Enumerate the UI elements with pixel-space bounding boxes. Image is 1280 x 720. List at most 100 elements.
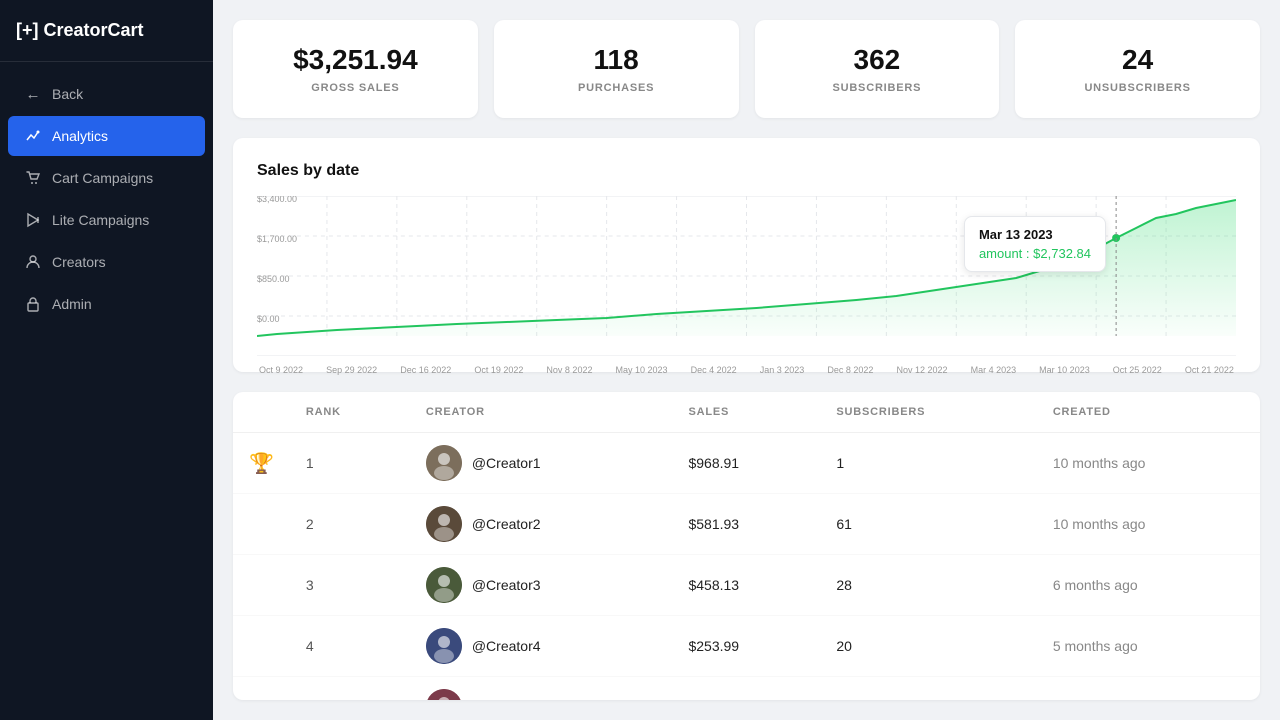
created-cell: 6 months ago — [1037, 555, 1260, 616]
subscribers-label: SUBSCRIBERS — [775, 82, 980, 94]
subscribers-cell: 20 — [820, 616, 1036, 677]
x-label-4: Nov 8 2022 — [546, 365, 592, 375]
creators-icon — [24, 253, 42, 271]
x-label-1: Sep 29 2022 — [326, 365, 377, 375]
chart-card: Sales by date — [233, 138, 1260, 372]
chart-tooltip: Mar 13 2023 amount : $2,732.84 — [964, 216, 1106, 272]
creator-cell: @Creator1 — [410, 433, 673, 494]
created-cell: 5 months ago — [1037, 677, 1260, 701]
creator-cell: @Creator4 — [410, 616, 673, 677]
purchases-label: PURCHASES — [514, 82, 719, 94]
gross-sales-label: GROSS SALES — [253, 82, 458, 94]
y-label-0: $0.00 — [257, 314, 279, 324]
col-subscribers: SUBSCRIBERS — [820, 392, 1036, 433]
sidebar: [+] CreatorCart ← Back Analytics Cart Ca… — [0, 0, 213, 720]
avatar — [426, 628, 462, 664]
y-label-1700: $1,700.00 — [257, 234, 297, 244]
y-label-850: $850.00 — [257, 274, 289, 284]
creator-cell: @Creator2 — [410, 494, 673, 555]
table-row: 5@Creator5$237.9365 months ago — [233, 677, 1260, 701]
created-cell: 10 months ago — [1037, 433, 1260, 494]
creator-name: @Creator3 — [472, 577, 541, 593]
stat-subscribers: 362 SUBSCRIBERS — [755, 20, 1000, 118]
sidebar-nav: ← Back Analytics Cart Campaigns Lite Cam… — [0, 62, 213, 336]
x-label-9: Nov 12 2022 — [896, 365, 947, 375]
stats-row: $3,251.94 GROSS SALES 118 PURCHASES 362 … — [233, 20, 1260, 118]
col-trophy — [233, 392, 290, 433]
cart-campaigns-icon — [24, 169, 42, 187]
table-row: 4 @Creator4 $253.99205 months ago — [233, 616, 1260, 677]
sidebar-item-creators[interactable]: Creators — [8, 242, 205, 282]
avatar — [426, 567, 462, 603]
sales-cell: $581.93 — [672, 494, 820, 555]
lite-campaigns-label: Lite Campaigns — [52, 212, 149, 228]
creators-table: RANK CREATOR SALES SUBSCRIBERS CREATED 🏆… — [233, 392, 1260, 700]
admin-icon — [24, 295, 42, 313]
main-content: $3,251.94 GROSS SALES 118 PURCHASES 362 … — [213, 0, 1280, 720]
chart-title: Sales by date — [257, 162, 1236, 180]
creator-name: @Creator2 — [472, 516, 541, 532]
col-creator: CREATOR — [410, 392, 673, 433]
chart-x-labels: Oct 9 2022 Sep 29 2022 Dec 16 2022 Oct 1… — [257, 365, 1236, 375]
trophy-cell — [233, 494, 290, 555]
header-row: RANK CREATOR SALES SUBSCRIBERS CREATED — [233, 392, 1260, 433]
app-logo: [+] CreatorCart — [0, 0, 213, 62]
sidebar-item-admin[interactable]: Admin — [8, 284, 205, 324]
table: RANK CREATOR SALES SUBSCRIBERS CREATED 🏆… — [233, 392, 1260, 700]
x-label-2: Dec 16 2022 — [400, 365, 451, 375]
tooltip-label: amount : — [979, 246, 1030, 261]
rank-cell: 3 — [290, 555, 410, 616]
x-label-0: Oct 9 2022 — [259, 365, 303, 375]
back-label: Back — [52, 86, 83, 102]
stat-purchases: 118 PURCHASES — [494, 20, 739, 118]
x-label-11: Mar 10 2023 — [1039, 365, 1090, 375]
created-cell: 5 months ago — [1037, 616, 1260, 677]
gross-sales-value: $3,251.94 — [253, 44, 458, 76]
trophy-cell — [233, 555, 290, 616]
x-label-3: Oct 19 2022 — [474, 365, 523, 375]
analytics-icon — [24, 127, 42, 145]
avatar — [426, 506, 462, 542]
sales-cell: $253.99 — [672, 616, 820, 677]
stat-unsubscribers: 24 UNSUBSCRIBERS — [1015, 20, 1260, 118]
col-sales: SALES — [672, 392, 820, 433]
lite-campaigns-icon — [24, 211, 42, 229]
x-label-8: Dec 8 2022 — [827, 365, 873, 375]
trophy-cell — [233, 677, 290, 701]
table-row: 3@Creator3$458.13286 months ago — [233, 555, 1260, 616]
avatar — [426, 689, 462, 700]
cart-campaigns-label: Cart Campaigns — [52, 170, 153, 186]
avatar — [426, 445, 462, 481]
x-label-7: Jan 3 2023 — [760, 365, 805, 375]
subscribers-cell: 28 — [820, 555, 1036, 616]
subscribers-value: 362 — [775, 44, 980, 76]
creator-cell: @Creator3 — [410, 555, 673, 616]
trophy-cell: 🏆 — [233, 433, 290, 494]
trophy-icon: 🏆 — [249, 453, 274, 475]
tooltip-amount: amount : $2,732.84 — [979, 246, 1091, 261]
sales-cell: $968.91 — [672, 433, 820, 494]
admin-label: Admin — [52, 296, 92, 312]
created-cell: 10 months ago — [1037, 494, 1260, 555]
subscribers-cell: 6 — [820, 677, 1036, 701]
table-body: 🏆1@Creator1$968.91110 months ago2@Creato… — [233, 433, 1260, 701]
creator-name: @Creator4 — [472, 638, 541, 654]
unsubscribers-value: 24 — [1035, 44, 1240, 76]
rank-cell: 1 — [290, 433, 410, 494]
col-rank: RANK — [290, 392, 410, 433]
creator-name: @Creator5 — [472, 699, 541, 700]
unsubscribers-label: UNSUBSCRIBERS — [1035, 82, 1240, 94]
sidebar-item-back[interactable]: ← Back — [8, 74, 205, 114]
table-header: RANK CREATOR SALES SUBSCRIBERS CREATED — [233, 392, 1260, 433]
subscribers-cell: 61 — [820, 494, 1036, 555]
sidebar-item-cart-campaigns[interactable]: Cart Campaigns — [8, 158, 205, 198]
sidebar-item-analytics[interactable]: Analytics — [8, 116, 205, 156]
x-label-13: Oct 21 2022 — [1185, 365, 1234, 375]
subscribers-cell: 1 — [820, 433, 1036, 494]
rank-cell: 4 — [290, 616, 410, 677]
sidebar-item-lite-campaigns[interactable]: Lite Campaigns — [8, 200, 205, 240]
table-row: 2@Creator2$581.936110 months ago — [233, 494, 1260, 555]
tooltip-value: $2,732.84 — [1033, 246, 1091, 261]
analytics-label: Analytics — [52, 128, 108, 144]
x-label-12: Oct 25 2022 — [1113, 365, 1162, 375]
